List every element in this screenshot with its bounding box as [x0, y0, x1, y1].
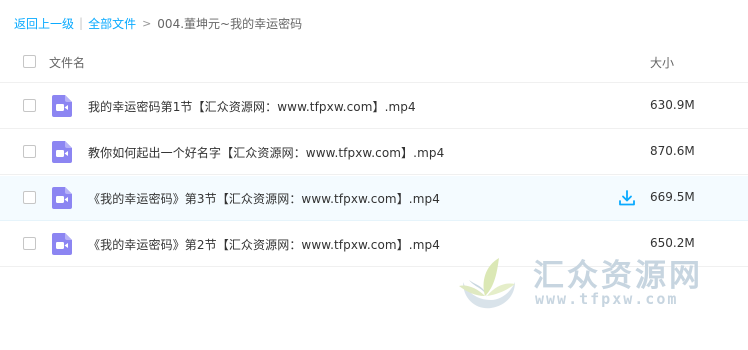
file-name[interactable]: 《我的幸运密码》第3节【汇众资源网：www.tfpxw.com】.mp4 [88, 190, 440, 207]
file-name[interactable]: 教你如何起出一个好名字【汇众资源网：www.tfpxw.com】.mp4 [88, 144, 444, 161]
breadcrumb-separator: | [79, 16, 84, 30]
file-list: 文件名 大小 我的幸运密码第1节【汇众资源网：www.tfpxw.com】.mp… [0, 40, 748, 267]
all-files-link[interactable]: 全部文件 [88, 15, 136, 32]
download-icon[interactable] [618, 189, 636, 207]
table-row[interactable]: 《我的幸运密码》第3节【汇众资源网：www.tfpxw.com】.mp4 669… [0, 176, 748, 221]
select-all-checkbox[interactable] [23, 55, 36, 68]
row-checkbox[interactable] [23, 191, 36, 204]
video-file-icon [52, 187, 72, 209]
file-size: 650.2M [650, 236, 695, 250]
row-checkbox[interactable] [23, 237, 36, 250]
row-checkbox[interactable] [23, 145, 36, 158]
video-file-icon [52, 233, 72, 255]
breadcrumb-arrow: > [142, 16, 152, 30]
file-size: 630.9M [650, 98, 695, 112]
table-row[interactable]: 我的幸运密码第1节【汇众资源网：www.tfpxw.com】.mp4 630.9… [0, 84, 748, 129]
video-file-icon [52, 141, 72, 163]
row-checkbox[interactable] [23, 99, 36, 112]
back-link[interactable]: 返回上一级 [14, 15, 74, 32]
table-row[interactable]: 《我的幸运密码》第2节【汇众资源网：www.tfpxw.com】.mp4 650… [0, 222, 748, 267]
column-header-size[interactable]: 大小 [650, 54, 674, 71]
watermark-url: www.tfpxw.com [535, 290, 679, 308]
breadcrumb: 返回上一级 | 全部文件 > 004.董坤元~我的幸运密码 [14, 14, 302, 32]
file-name[interactable]: 我的幸运密码第1节【汇众资源网：www.tfpxw.com】.mp4 [88, 98, 416, 115]
column-header-name[interactable]: 文件名 [49, 54, 85, 71]
file-size: 870.6M [650, 144, 695, 158]
file-list-header: 文件名 大小 [0, 40, 748, 83]
video-file-icon [52, 95, 72, 117]
table-row[interactable]: 教你如何起出一个好名字【汇众资源网：www.tfpxw.com】.mp4 870… [0, 130, 748, 175]
file-name[interactable]: 《我的幸运密码》第2节【汇众资源网：www.tfpxw.com】.mp4 [88, 236, 440, 253]
current-folder: 004.董坤元~我的幸运密码 [157, 16, 303, 31]
file-size: 669.5M [650, 190, 695, 204]
